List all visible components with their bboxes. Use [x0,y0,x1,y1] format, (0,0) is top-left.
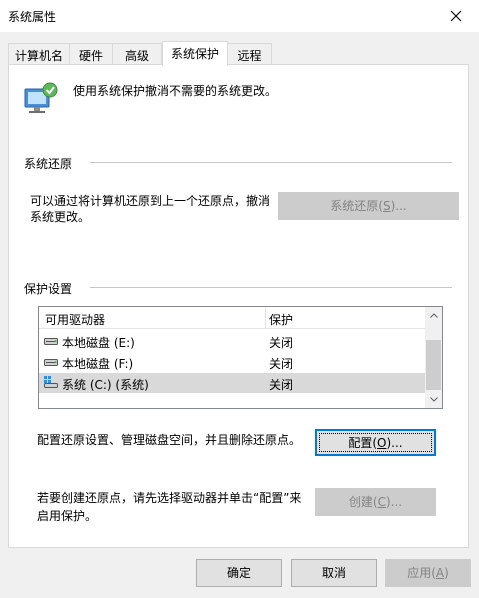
tab-hardware[interactable]: 硬件 [69,43,113,65]
tab-remote[interactable]: 远程 [227,43,272,65]
restore-group-divider [90,162,452,163]
scroll-thumb[interactable] [426,340,441,390]
button-label: 创建( [348,495,378,509]
scroll-down-button[interactable] [425,391,442,408]
restore-group-label: 系统还原 [24,157,73,171]
scroll-up-button[interactable] [425,307,442,324]
drive-name: 系统 (C:) (系统) [62,378,149,392]
button-label: 取消 [321,566,346,580]
column-header-drive[interactable]: 可用驱动器 [45,311,105,328]
tab-label: 远程 [237,49,262,63]
drive-name: 本地磁盘 (F:) [62,357,134,371]
tab-computer-name[interactable]: 计算机名 [8,43,70,65]
tab-label: 计算机名 [14,49,63,63]
intro-text: 使用系统保护撤消不需要的系统更改。 [73,84,278,98]
button-label: 系统还原( [330,199,383,213]
tab-panel: 使用系统保护撤消不需要的系统更改。 系统还原 可以通过将计算机还原到上一个还原点… [8,64,469,548]
chevron-up-icon [429,313,438,318]
protection-group-divider [90,287,452,288]
chevron-down-icon [429,397,438,402]
cancel-button[interactable]: 取消 [291,559,377,587]
drive-row-f[interactable]: 本地磁盘 (F:) 关闭 [39,352,425,372]
button-accelerator: A [435,566,445,580]
drive-status: 关闭 [269,378,294,392]
create-button[interactable]: 创建(C)... [315,488,436,516]
system-protection-icon [24,82,58,113]
column-separator [265,307,266,329]
drive-list-scrollbar[interactable] [425,307,442,408]
focus-rectangle: 配置(O)... [319,433,432,452]
button-label-suffix: ) [444,566,449,580]
hard-drive-icon [44,359,58,366]
button-label: 确定 [226,566,251,580]
apply-button[interactable]: 应用(A) [385,559,471,587]
hard-drive-icon [44,338,58,345]
ok-button[interactable]: 确定 [196,559,282,587]
close-button[interactable] [433,0,479,32]
column-header-protection[interactable]: 保护 [269,311,293,328]
tab-advanced[interactable]: 高级 [112,43,162,65]
button-accelerator: O [377,436,387,450]
button-accelerator: C [377,495,386,509]
close-icon [450,10,462,22]
create-description-line1: 若要创建还原点，请先选择驱动器并单击“配置”来 [37,491,302,505]
tab-label: 高级 [124,49,149,63]
configure-description: 配置还原设置、管理磁盘空间，并且删除还原点。 [37,433,302,447]
drive-status: 关闭 [269,357,294,371]
tab-label: 硬件 [78,49,103,63]
protection-group-label: 保护设置 [24,282,73,296]
button-label-suffix: )... [386,436,403,450]
drive-list-header: 可用驱动器 保护 [39,307,425,329]
drive-row-c[interactable]: 系统 (C:) (系统) 关闭 [39,373,425,393]
button-label-suffix: )... [385,495,403,509]
button-accelerator: S [382,199,391,213]
window-title: 系统属性 [8,10,57,24]
drive-status: 关闭 [269,336,294,350]
button-label-suffix: )... [390,199,407,213]
create-description-line2: 启用保护。 [37,509,98,523]
button-label: 配置( [348,436,378,450]
tab-system-protection[interactable]: 系统保护 [162,41,228,66]
system-restore-button[interactable]: 系统还原(S)... [278,192,459,220]
title-bar: 系统属性 [0,0,479,32]
drive-name: 本地磁盘 (E:) [62,336,135,350]
restore-description-line2: 系统更改。 [30,210,91,224]
configure-button[interactable]: 配置(O)... [315,429,436,456]
tab-label: 系统保护 [170,47,219,61]
restore-description-line1: 可以通过将计算机还原到上一个还原点，撤消 [30,194,271,208]
drive-list[interactable]: 可用驱动器 保护 本地磁盘 (E:) 关闭 本地磁盘 (F:) 关闭 系统 (C… [38,306,443,409]
system-drive-icon [44,376,58,388]
drive-row-e[interactable]: 本地磁盘 (E:) 关闭 [39,331,425,351]
button-label: 应用( [407,566,436,580]
